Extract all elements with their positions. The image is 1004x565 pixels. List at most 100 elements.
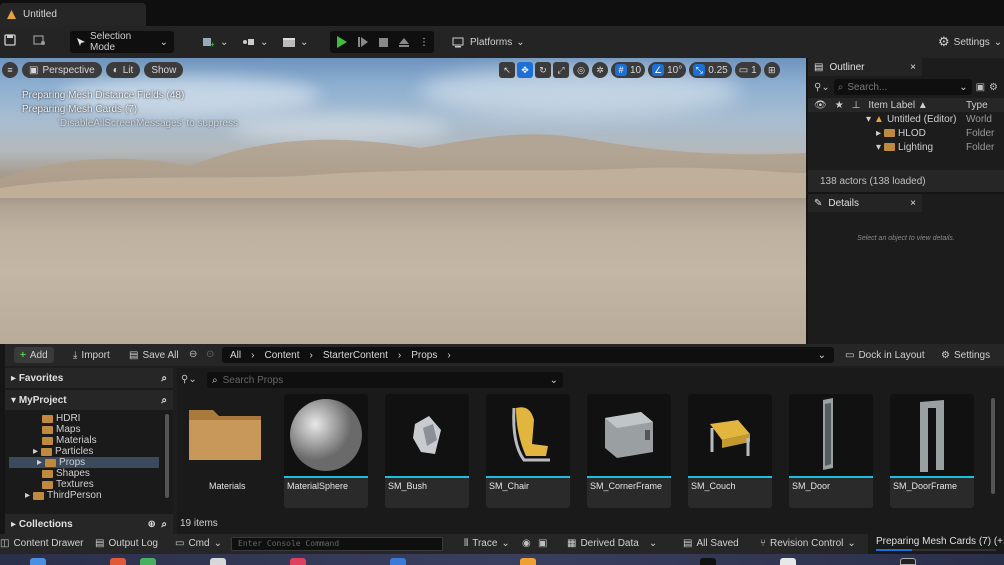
breadcrumb-item[interactable]: All: [230, 350, 241, 361]
close-icon[interactable]: ×: [910, 198, 916, 209]
tree-folder[interactable]: HDRI: [5, 413, 173, 424]
asset-tile[interactable]: SM_Door: [789, 394, 873, 508]
breadcrumb-item[interactable]: Content: [264, 350, 299, 361]
project-section[interactable]: ▾ MyProject ⌕: [5, 390, 173, 410]
pin-icon[interactable]: ⊥: [852, 100, 861, 111]
camera-speed-button[interactable]: ▭ 1: [734, 62, 761, 78]
favorites-section[interactable]: ▸ Favorites ⌕: [5, 368, 173, 388]
rotation-snap-button[interactable]: ∠ 10°: [648, 62, 687, 78]
dock-app-icon[interactable]: [210, 558, 226, 565]
output-log-button[interactable]: ▤ Output Log: [95, 538, 158, 549]
perspective-button[interactable]: ▣ Perspective: [22, 62, 102, 78]
breadcrumb-item[interactable]: StarterContent: [323, 350, 388, 361]
asset-search-input[interactable]: ⌕ Search Props ⌄: [207, 372, 563, 388]
tree-folder[interactable]: ▸ Particles: [5, 446, 173, 457]
eject-icon[interactable]: [398, 37, 410, 48]
star-icon[interactable]: ★: [835, 100, 844, 111]
item-label-column[interactable]: Item Label ▲: [868, 100, 927, 111]
cb-settings-button[interactable]: ⚙ Settings: [935, 347, 996, 363]
scale-tool-icon[interactable]: ⤢: [553, 62, 569, 78]
dock-app-icon[interactable]: [900, 558, 916, 565]
filter-icon[interactable]: ⚲⌄: [181, 374, 197, 385]
asset-tile-folder[interactable]: Materials: [181, 394, 265, 508]
chevron-down-icon[interactable]: ⌄: [818, 350, 826, 361]
breadcrumb-item[interactable]: Props: [411, 350, 437, 361]
lit-button[interactable]: ◐ Lit: [105, 62, 141, 78]
expand-arrow-icon[interactable]: ▸: [876, 128, 881, 139]
scale-snap-button[interactable]: ⤡ 0.25: [689, 62, 732, 78]
dock-app-icon[interactable]: [700, 558, 716, 565]
outliner-search-input[interactable]: ⌕ Search... ⌄: [833, 79, 972, 95]
selection-mode-dropdown[interactable]: Selection Mode ⌄: [70, 31, 174, 53]
cmd-dropdown[interactable]: ▭ Cmd ⌄: [175, 538, 222, 549]
details-tab[interactable]: ✎ Details ×: [808, 194, 922, 212]
search-icon[interactable]: ⌕: [161, 395, 167, 406]
add-button[interactable]: + Add: [14, 347, 54, 363]
forward-icon[interactable]: ⊙: [206, 349, 214, 360]
tree-scrollbar[interactable]: [165, 414, 169, 498]
expand-arrow-icon[interactable]: ▾: [876, 142, 881, 153]
asset-tile[interactable]: SM_DoorFrame: [890, 394, 974, 508]
save-icon[interactable]: [4, 34, 16, 46]
add-folder-icon[interactable]: ▣: [976, 82, 985, 93]
add-actor-button[interactable]: + ⌄: [196, 31, 234, 53]
platforms-button[interactable]: Platforms ⌄: [446, 31, 531, 53]
dock-app-icon[interactable]: [520, 558, 536, 565]
asset-tile[interactable]: SM_Chair: [486, 394, 570, 508]
source-control-icon[interactable]: [32, 34, 46, 46]
select-tool-icon[interactable]: ↖: [499, 62, 515, 78]
close-icon[interactable]: ×: [910, 62, 916, 73]
progress-indicator[interactable]: Preparing Mesh Cards (7) (+1: [868, 534, 1004, 554]
asset-tile[interactable]: SM_CornerFrame: [587, 394, 671, 508]
console-input[interactable]: Enter Console Command: [231, 537, 443, 551]
gear-icon[interactable]: ⚙: [989, 82, 998, 93]
save-all-button[interactable]: ▤ Save All: [123, 347, 185, 363]
content-drawer-button[interactable]: ◫ Content Drawer: [0, 538, 83, 549]
outliner-tab[interactable]: ▤ Outliner ×: [808, 58, 922, 76]
tree-folder[interactable]: Maps: [5, 424, 173, 435]
more-options-icon[interactable]: ⋮: [419, 37, 429, 48]
outliner-row[interactable]: ▾ ▲ Untitled (Editor) World: [808, 112, 1004, 126]
dock-app-icon[interactable]: [30, 558, 46, 565]
show-button[interactable]: Show: [144, 62, 184, 78]
expand-arrow-icon[interactable]: ▾: [866, 114, 871, 125]
import-button[interactable]: ⤓ Import: [67, 347, 116, 363]
tree-folder[interactable]: Textures: [5, 479, 173, 490]
asset-tile[interactable]: MaterialSphere: [284, 394, 368, 508]
asset-grid-scrollbar[interactable]: [991, 398, 995, 494]
viewport-menu-icon[interactable]: ≡: [2, 62, 18, 78]
rotate-tool-icon[interactable]: ↻: [535, 62, 551, 78]
screenshot-icon[interactable]: ▣: [538, 538, 547, 549]
play-icon[interactable]: [336, 36, 348, 48]
add-collection-icon[interactable]: ⊕: [147, 519, 155, 530]
step-icon[interactable]: [357, 36, 369, 48]
dock-app-icon[interactable]: [780, 558, 796, 565]
blueprint-button[interactable]: ⌄: [236, 31, 274, 53]
tree-folder-selected[interactable]: ▸ Props: [9, 457, 159, 468]
outliner-row[interactable]: ▸ HLOD Folder: [808, 126, 1004, 140]
back-icon[interactable]: ⊖: [189, 349, 197, 360]
world-space-icon[interactable]: ◎: [573, 62, 589, 78]
level-viewport[interactable]: ≡ ▣ Perspective ◐ Lit Show ↖ ✥ ↻ ⤢ ◎ ✲ #…: [0, 58, 806, 344]
trace-button[interactable]: ⫴ Trace ⌄: [464, 538, 510, 549]
search-icon[interactable]: ⌕: [161, 519, 167, 530]
grid-snap-button[interactable]: # 10: [611, 62, 646, 78]
dock-app-icon[interactable]: [140, 558, 156, 565]
all-saved-button[interactable]: ▤ All Saved: [683, 538, 739, 549]
collections-section[interactable]: ▸ Collections ⊕ ⌕: [5, 514, 173, 534]
asset-tile[interactable]: SM_Couch: [688, 394, 772, 508]
settings-button[interactable]: ⚙ Settings ⌄: [932, 31, 1004, 53]
tree-folder[interactable]: Shapes: [5, 468, 173, 479]
derived-data-button[interactable]: ▦ Derived Data ⌄: [567, 538, 657, 549]
dock-app-icon[interactable]: [390, 558, 406, 565]
dock-app-icon[interactable]: [290, 558, 306, 565]
document-tab[interactable]: Untitled: [0, 3, 146, 26]
tree-folder[interactable]: Materials: [5, 435, 173, 446]
record-icon[interactable]: ◉: [522, 538, 531, 549]
dock-in-layout-button[interactable]: ▭ Dock in Layout: [839, 347, 931, 363]
asset-tile[interactable]: SM_Bush: [385, 394, 469, 508]
surface-snap-icon[interactable]: ✲: [592, 62, 608, 78]
filter-icon[interactable]: ⚲⌄: [814, 82, 830, 93]
dock-app-icon[interactable]: [110, 558, 126, 565]
maximize-viewport-icon[interactable]: ⊞: [763, 62, 780, 78]
